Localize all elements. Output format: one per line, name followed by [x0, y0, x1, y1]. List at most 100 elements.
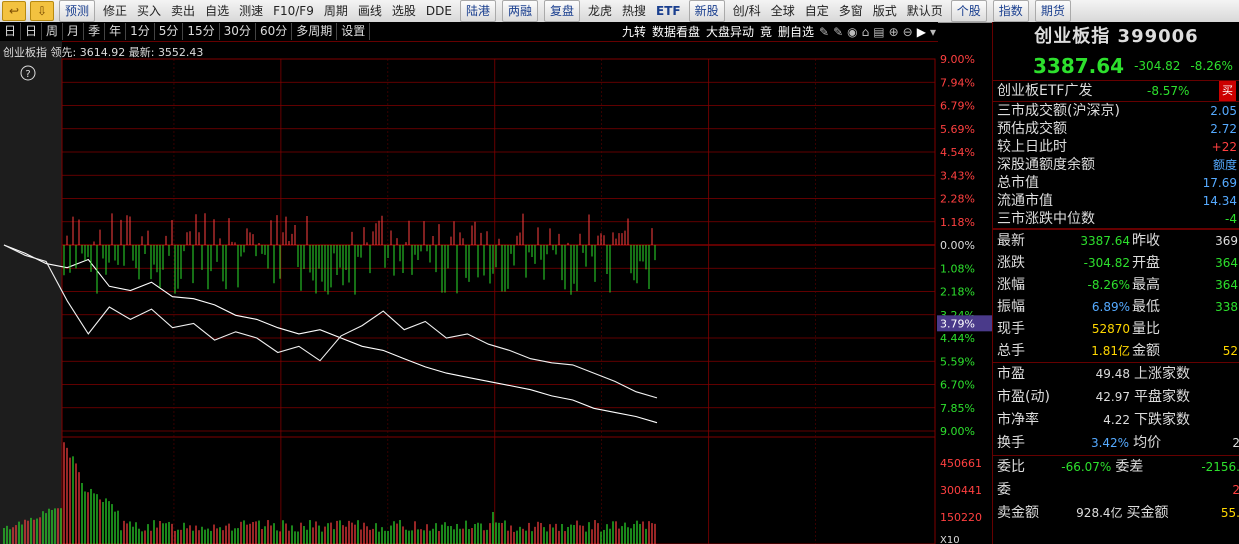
market-row-3: 深股通额度余额 额度 [993, 156, 1239, 174]
toolbar-item-6[interactable]: F10/F9 [268, 1, 319, 21]
quote-stats: 最新 3387.64 昨收 369 涨跌 -304.82 开盘 364 涨幅 -8.26% 最高 36… [993, 229, 1239, 362]
price-row: 3387.64 -304.82 -8.26% [993, 52, 1239, 81]
toolbar-item-9[interactable]: 选股 [387, 1, 421, 21]
back-arrow-icon[interactable]: ↩ [2, 1, 26, 21]
stats-value-2 [1234, 386, 1239, 409]
zoom-in-icon[interactable]: ⊕ [887, 25, 901, 39]
quote-value: 3387.64 [1080, 234, 1130, 248]
market-row-label: 深股通额度余额 [997, 157, 1095, 173]
dropdown-icon[interactable]: ▾ [928, 25, 938, 39]
eye-icon[interactable]: ◉ [845, 25, 859, 39]
market-row-label: 三市涨跌中位数 [997, 211, 1095, 227]
period-tab-2[interactable]: 周 [42, 23, 64, 40]
quote-label-2: 昨收 [1132, 233, 1160, 249]
toolbar-item-10[interactable]: DDE [421, 1, 457, 21]
volume-axis-label-2: 150220 [940, 511, 982, 524]
market-row-value: 17.69 [1202, 176, 1237, 190]
chart-tool-4[interactable]: 删自选 [775, 23, 817, 40]
toolbar-item-23[interactable]: 默认页 [902, 1, 948, 21]
toolbar-item-16[interactable]: ETF [651, 1, 686, 21]
chart-tool-3[interactable]: 竟 [757, 23, 775, 40]
pencil-icon-2[interactable]: ✎ [831, 25, 845, 39]
stats-label: 市净率 [997, 412, 1039, 428]
toolbar-item-4[interactable]: 自选 [200, 1, 234, 21]
toolbar-item-1[interactable]: 修正 [98, 1, 132, 21]
stats-value-2: 2 [1232, 432, 1239, 455]
etf-name: 创业板ETF广发 [997, 83, 1093, 99]
chart-tool-1[interactable]: 数据看盘 [649, 23, 703, 40]
etf-row[interactable]: 创业板ETF广发 -8.57% 买 [993, 81, 1239, 102]
pin-icon[interactable]: ▶ [915, 25, 928, 39]
toolbar-item-14[interactable]: 龙虎 [583, 1, 617, 21]
pencil-icon[interactable]: ✎ [817, 25, 831, 39]
toolbar-item-26[interactable]: 期货 [1034, 0, 1071, 22]
last-price: 3387.64 [1033, 54, 1125, 78]
period-tab-1[interactable]: 日 [21, 23, 43, 40]
stats-label-2: 平盘家数 [1134, 389, 1190, 405]
chart-frame [61, 58, 936, 544]
period-tab-10[interactable]: 60分 [256, 23, 293, 40]
period-tab-5[interactable]: 年 [105, 23, 127, 40]
period-tab-6[interactable]: 1分 [126, 23, 155, 40]
period-tab-4[interactable]: 季 [84, 23, 106, 40]
chart-tool-0[interactable]: 九转 [619, 23, 649, 40]
toolbar-item-2[interactable]: 买入 [132, 1, 166, 21]
quote-value-2 [1182, 318, 1239, 340]
period-bar: 日日周月季年 1分 5分 15分 30分 60分 多周期 设置 九转 数据看盘 大盘异动竟删自选 … [0, 22, 938, 42]
toolbar-item-17[interactable]: 新股 [688, 0, 725, 22]
toolbar-item-13[interactable]: 复盘 [544, 0, 581, 22]
etf-buy-button[interactable]: 买 [1219, 81, 1236, 101]
market-stats: 三市成交额(沪深京) 2.05 预估成交额 2.72 较上日此时 +22 深股通额度余额 额度… [993, 102, 1239, 229]
chart-tool-2[interactable]: 大盘异动 [703, 23, 757, 40]
toolbar-item-3[interactable]: 卖出 [166, 1, 200, 21]
period-tab-9[interactable]: 30分 [220, 23, 256, 40]
stats-label-2: 上涨家数 [1134, 366, 1190, 382]
quote-value: -304.82 [1083, 256, 1130, 270]
toolbar-item-20[interactable]: 自定 [800, 1, 834, 21]
order-stats: 委比-66.07%委差-2156.委2卖金额928.4亿买金额55. [993, 455, 1239, 525]
price-change: -304.82 [1134, 59, 1181, 73]
toolbar-item-12[interactable]: 两融 [501, 0, 538, 22]
toolbar-item-22[interactable]: 版式 [868, 1, 902, 21]
index-name: 创业板指 [3, 46, 47, 59]
print-icon[interactable]: ▤ [871, 25, 886, 39]
bag-icon[interactable]: ⌂ [860, 25, 872, 39]
period-tab-12[interactable]: 设置 [337, 23, 371, 40]
valuation-stats: 市盈 49.48 上涨家数 市盈(动) 42.97 平盘家数 市净率 4.22 下跌家数 换手 3.… [993, 362, 1239, 455]
period-tab-0[interactable]: 日 [0, 23, 22, 40]
pct-axis-label-14: 6.70% [940, 379, 975, 392]
stats-label: 市盈 [997, 366, 1025, 382]
pct-axis-label-3: 5.69% [940, 123, 975, 136]
toolbar-item-18[interactable]: 创/科 [728, 1, 766, 21]
toolbar-item-15[interactable]: 热搜 [617, 1, 651, 21]
period-tab-11[interactable]: 多周期 [292, 23, 338, 40]
quote-value-2: 364 [1215, 278, 1238, 292]
toolbar-item-5[interactable]: 测速 [234, 1, 268, 21]
pct-axis-label-5: 3.43% [940, 169, 975, 182]
toolbar-item-19[interactable]: 全球 [766, 1, 800, 21]
toolbar-item-11[interactable]: 陆港 [459, 0, 496, 22]
order-label-2 [1129, 479, 1232, 502]
quote-label-2: 最低 [1132, 299, 1160, 315]
toolbar-item-0[interactable]: 预测 [59, 0, 96, 22]
toolbar-item-25[interactable]: 指数 [992, 0, 1029, 22]
quote-value-2: 364 [1215, 256, 1238, 270]
order-value-2: 55. [1220, 506, 1239, 520]
pct-axis-label-1: 7.94% [940, 76, 975, 89]
chart-info-line: 创业板指 领先: 3614.92 最新: 3552.43 [3, 44, 203, 60]
period-tab-7[interactable]: 5分 [155, 23, 184, 40]
market-row-4: 总市值 17.69 [993, 174, 1239, 192]
quote-value: 52870 [1091, 322, 1130, 336]
down-arrow-icon[interactable]: ⇩ [30, 1, 54, 21]
toolbar-item-8[interactable]: 画线 [353, 1, 387, 21]
intraday-chart[interactable]: ? 9.00% 7.94% 6.79% 5.69% 4.54% 3.43% 2.28% 1.18… [0, 41, 992, 544]
period-tab-8[interactable]: 15分 [183, 23, 220, 40]
zoom-out-icon[interactable]: ⊖ [901, 25, 915, 39]
toolbar-item-24[interactable]: 个股 [950, 0, 987, 22]
toolbar-item-21[interactable]: 多窗 [834, 1, 868, 21]
quote-label: 总手 [997, 343, 1025, 359]
period-tab-3[interactable]: 月 [63, 23, 85, 40]
order-label-2: 委差 [1115, 459, 1144, 475]
quote-row-2: 涨幅 -8.26% 最高 364 [993, 274, 1239, 296]
toolbar-item-7[interactable]: 周期 [319, 1, 353, 21]
